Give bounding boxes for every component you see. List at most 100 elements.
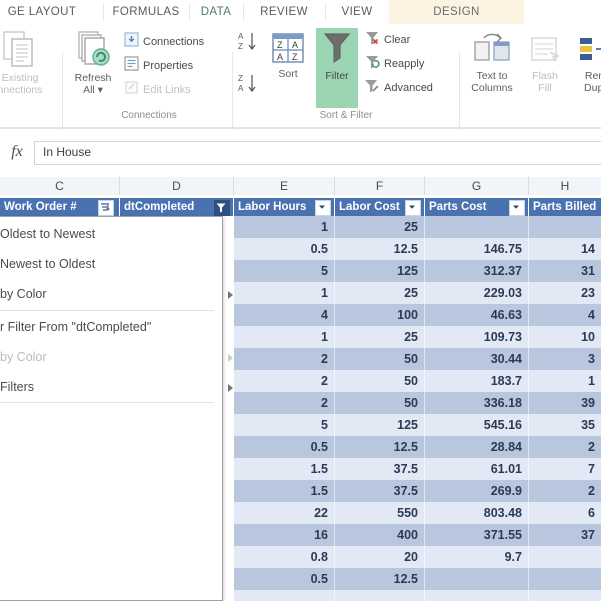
tab-view[interactable]: VIEW [326,0,388,24]
refresh-all-button[interactable]: Refresh All ▾ [64,30,122,96]
cell-parts-billed[interactable]: 31 [529,260,601,282]
cell-parts-billed[interactable] [529,590,601,601]
table-row[interactable]: 5125545.1635 [234,414,601,436]
tab-review[interactable]: REVIEW [244,0,324,24]
cell-labor-hours[interactable]: 1 [234,326,334,348]
menu-item-sort-oldest-newest[interactable]: Oldest to Newest [0,219,245,249]
cell-parts-cost[interactable]: 61.01 [425,458,528,480]
worksheet-grid[interactable]: 1250.512.5146.75145125312.3731125229.032… [234,216,601,601]
cell-parts-cost[interactable]: 146.75 [425,238,528,260]
column-header-h[interactable]: H [529,177,601,195]
cell-labor-cost[interactable]: 50 [335,348,424,370]
table-row[interactable]: 125 [234,216,601,238]
cell-labor-hours[interactable]: 0.5 [234,238,334,260]
cell-labor-hours[interactable]: 16 [234,524,334,546]
sort-ascending-button[interactable]: A Z [236,30,260,59]
column-header-g[interactable]: G [425,177,529,195]
tab-page-layout[interactable]: GE LAYOUT [0,0,102,24]
cell-labor-hours[interactable]: 2 [234,392,334,414]
cell-labor-hours[interactable]: 1.5 [234,480,334,502]
flash-fill-button[interactable]: Flash Fill [524,30,566,94]
sort-descending-button[interactable]: Z A [236,72,260,101]
table-row[interactable]: 5125312.3731 [234,260,601,282]
cell-labor-cost[interactable]: 50 [335,370,424,392]
filter-dropdown-labor-hours[interactable] [315,200,331,216]
table-row[interactable]: 25030.443 [234,348,601,370]
remove-duplicates-button[interactable]: Rem Dupli [566,30,601,94]
cell-labor-cost[interactable]: 37.5 [335,458,424,480]
column-header-e[interactable]: E [234,177,335,195]
table-row[interactable]: 0.512.5146.7514 [234,238,601,260]
table-row[interactable] [234,590,601,601]
cell-parts-billed[interactable]: 23 [529,282,601,304]
edit-links-button[interactable]: Edit Links [124,80,191,100]
table-row[interactable]: 0.8209.7 [234,546,601,568]
sort-button[interactable]: Z A A Z Sort [262,30,314,80]
menu-item-sort-by-color[interactable]: by Color [0,279,245,309]
connections-button[interactable]: Connections [124,32,204,52]
cell-parts-billed[interactable]: 3 [529,348,601,370]
table-row[interactable]: 125229.0323 [234,282,601,304]
cell-parts-cost[interactable] [425,568,528,590]
advanced-filter-button[interactable]: Advanced [364,78,433,98]
clear-filter-button[interactable]: Clear [364,30,410,50]
table-row[interactable]: 16400371.5537 [234,524,601,546]
cell-labor-hours[interactable]: 5 [234,260,334,282]
cell-labor-cost[interactable]: 550 [335,502,424,524]
cell-parts-cost[interactable]: 229.03 [425,282,528,304]
cell-labor-hours[interactable] [234,590,334,601]
cell-labor-cost[interactable]: 37.5 [335,480,424,502]
text-to-columns-button[interactable]: Text to Columns [462,30,522,94]
cell-labor-hours[interactable]: 1 [234,282,334,304]
table-row[interactable]: 250336.1839 [234,392,601,414]
cell-parts-cost[interactable]: 312.37 [425,260,528,282]
cell-labor-hours[interactable]: 22 [234,502,334,524]
cell-parts-billed[interactable]: 14 [529,238,601,260]
table-row[interactable]: 1.537.5269.92 [234,480,601,502]
cell-parts-cost[interactable]: 336.18 [425,392,528,414]
cell-labor-hours[interactable]: 1.5 [234,458,334,480]
cell-labor-hours[interactable]: 0.5 [234,436,334,458]
filter-dropdown-parts-cost[interactable] [509,200,525,216]
table-row[interactable]: 125109.7310 [234,326,601,348]
cell-parts-cost[interactable]: 46.63 [425,304,528,326]
menu-item-clear-filter[interactable]: r Filter From "dtCompleted" [0,312,245,342]
cell-parts-cost[interactable]: 545.16 [425,414,528,436]
cell-parts-cost[interactable]: 803.48 [425,502,528,524]
existing-connections-button[interactable]: Existing nnections [0,30,66,96]
cell-parts-cost[interactable]: 371.55 [425,524,528,546]
tab-formulas[interactable]: FORMULAS [104,0,188,24]
column-header-f[interactable]: F [335,177,425,195]
cell-parts-billed[interactable]: 10 [529,326,601,348]
cell-parts-cost[interactable] [425,216,528,238]
cell-labor-cost[interactable]: 50 [335,392,424,414]
table-row[interactable]: 1.537.561.017 [234,458,601,480]
cell-parts-billed[interactable] [529,568,601,590]
table-row[interactable]: 0.512.528.842 [234,436,601,458]
formula-input[interactable]: In House [34,141,601,165]
menu-item-sort-newest-oldest[interactable]: Newest to Oldest [0,249,245,279]
cell-parts-cost[interactable] [425,590,528,601]
filter-button[interactable]: Filter [316,28,358,108]
table-row[interactable]: 410046.634 [234,304,601,326]
cell-labor-cost[interactable]: 25 [335,282,424,304]
cell-labor-hours[interactable]: 5 [234,414,334,436]
filter-dropdown-work-order[interactable] [98,200,114,216]
cell-labor-cost[interactable] [335,590,424,601]
cell-labor-hours[interactable]: 1 [234,216,334,238]
cell-parts-billed[interactable]: 37 [529,524,601,546]
tab-design[interactable]: DESIGN [389,0,524,24]
cell-parts-billed[interactable]: 1 [529,370,601,392]
cell-parts-cost[interactable]: 109.73 [425,326,528,348]
cell-labor-hours[interactable]: 0.8 [234,546,334,568]
column-header-d[interactable]: D [120,177,234,195]
insert-function-icon[interactable]: fx [4,142,30,162]
cell-parts-cost[interactable]: 269.9 [425,480,528,502]
cell-labor-hours[interactable]: 2 [234,370,334,392]
cell-labor-cost[interactable]: 12.5 [335,238,424,260]
cell-labor-hours[interactable]: 4 [234,304,334,326]
cell-labor-cost[interactable]: 12.5 [335,436,424,458]
table-row[interactable]: 22550803.486 [234,502,601,524]
cell-parts-billed[interactable] [529,546,601,568]
cell-parts-billed[interactable]: 4 [529,304,601,326]
